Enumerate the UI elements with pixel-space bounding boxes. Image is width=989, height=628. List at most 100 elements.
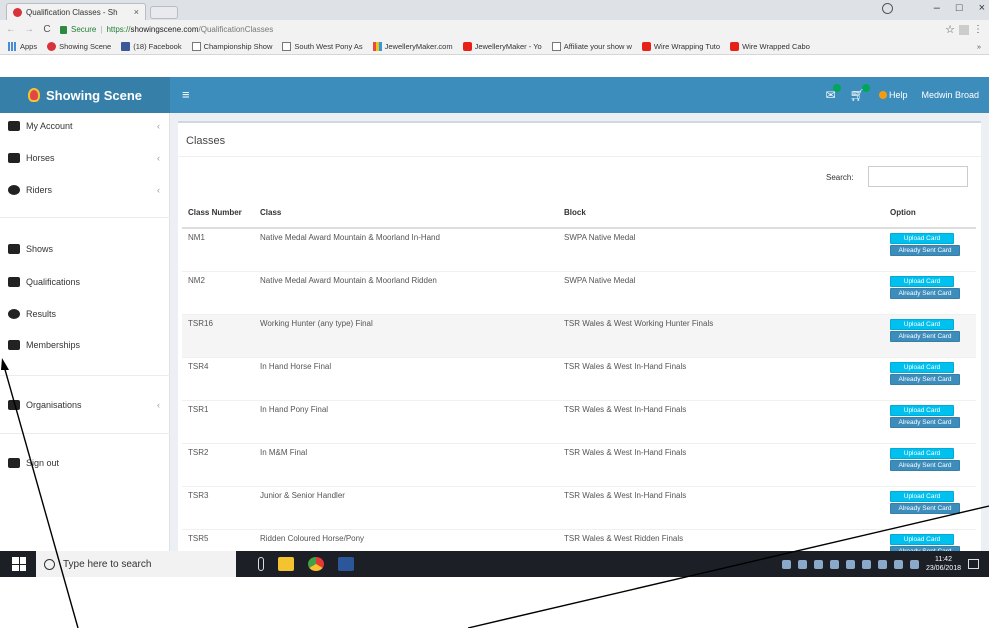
already-sent-card-button[interactable]: Already Sent Card <box>890 330 960 342</box>
upload-card-button[interactable]: Upload Card <box>890 275 954 287</box>
cell-option: Upload Card Already Sent Card <box>884 399 976 443</box>
upload-card-button[interactable]: Upload Card <box>890 318 954 330</box>
bookmark-facebook[interactable]: (18) Facebook <box>121 42 182 51</box>
bookmark-wire-wrapping[interactable]: Wire Wrapping Tuto <box>641 42 720 51</box>
tray-icon[interactable] <box>861 559 871 569</box>
column-header-option[interactable]: Option <box>884 198 976 229</box>
taskbar-clock[interactable]: 11:42 23/06/2018 <box>926 555 961 573</box>
keyboard-icon[interactable] <box>909 559 919 569</box>
already-sent-card-button[interactable]: Already Sent Card <box>890 416 960 428</box>
forward-arrow-icon[interactable]: → <box>24 24 34 35</box>
sidebar-item-shows[interactable]: Shows <box>8 244 160 254</box>
tab-close-icon[interactable]: × <box>134 7 139 17</box>
sidebar-divider <box>0 433 170 434</box>
column-header-class[interactable]: Class <box>254 198 558 229</box>
volume-icon[interactable] <box>893 559 903 569</box>
upload-card-button[interactable]: Upload Card <box>890 447 954 459</box>
tray-icon[interactable] <box>829 559 839 569</box>
bookmark-jewellerymaker[interactable]: JewelleryMaker.com <box>372 42 453 51</box>
browser-tab[interactable]: Qualification Classes - Sh × <box>6 3 146 20</box>
column-header-block[interactable]: Block <box>558 198 884 229</box>
upload-card-button[interactable]: Upload Card <box>890 361 954 373</box>
facebook-icon <box>121 42 131 51</box>
brand-logo[interactable]: Showing Scene <box>0 77 170 113</box>
already-sent-card-button[interactable]: Already Sent Card <box>890 502 960 514</box>
minimize-button[interactable]: – <box>934 2 940 14</box>
already-sent-card-button[interactable]: Already Sent Card <box>890 459 960 471</box>
cell-class: In M&M Final <box>254 442 558 486</box>
already-sent-card-button[interactable]: Already Sent Card <box>890 287 960 299</box>
page-icon <box>191 42 201 51</box>
sidebar-item-horses[interactable]: Horses ‹ <box>8 153 160 163</box>
upload-card-button[interactable]: Upload Card <box>890 404 954 416</box>
tray-icon[interactable] <box>845 559 855 569</box>
url-separator: | <box>100 25 103 34</box>
url-input[interactable]: Secure | https:// showingscene.com /Qual… <box>60 22 983 37</box>
upload-card-button[interactable]: Upload Card <box>890 490 954 502</box>
upload-card-button[interactable]: Upload Card <box>890 233 954 244</box>
user-menu[interactable]: Medwin Broad <box>921 90 979 100</box>
bookmark-championship-show[interactable]: Championship Show <box>191 42 272 51</box>
extension-icon[interactable] <box>959 24 969 35</box>
profile-icon[interactable] <box>882 3 893 14</box>
sidebar-item-qualifications[interactable]: Qualifications <box>8 277 160 287</box>
bookmark-affiliate[interactable]: Affiliate your show w <box>551 42 632 51</box>
windows-start-icon[interactable] <box>12 557 26 571</box>
showing-scene-favicon-icon <box>13 7 22 17</box>
reload-icon[interactable]: C <box>42 24 52 35</box>
chevron-left-icon: ‹ <box>157 153 160 163</box>
page-title: Classes <box>186 135 226 147</box>
cell-class-number: TSR16 <box>182 313 254 357</box>
clock-time: 11:42 <box>934 556 952 563</box>
tray-icon[interactable] <box>797 559 807 569</box>
tray-icon[interactable] <box>813 559 823 569</box>
upload-card-button[interactable]: Upload Card <box>890 533 954 545</box>
notifications-icon[interactable] <box>968 559 979 569</box>
cell-class-number: TSR5 <box>182 528 254 551</box>
card-icon <box>8 340 20 350</box>
cell-class: Native Medal Award Mountain & Moorland R… <box>254 270 558 314</box>
bookmark-south-west-pony[interactable]: South West Pony As <box>282 42 363 51</box>
chrome-icon[interactable] <box>308 557 324 571</box>
taskbar-apps <box>258 557 354 571</box>
file-explorer-icon[interactable] <box>278 557 294 571</box>
search-input[interactable] <box>868 166 968 187</box>
back-arrow-icon[interactable]: ← <box>6 24 16 35</box>
bookmark-wire-wrapped[interactable]: Wire Wrapped Cabo <box>730 42 810 51</box>
already-sent-card-button[interactable]: Already Sent Card <box>890 245 960 256</box>
sidebar-toggle-icon[interactable]: ≡ <box>182 87 190 102</box>
close-window-button[interactable]: × <box>979 2 985 14</box>
sitemap-icon <box>8 400 20 410</box>
maximize-button[interactable]: □ <box>956 2 963 14</box>
cell-block: TSR Wales & West In-Hand Finals <box>558 442 884 486</box>
taskbar-search-input[interactable]: Type here to search <box>36 551 236 577</box>
browser-menu-icon[interactable]: ⋮ <box>973 24 983 35</box>
bookmark-star-icon[interactable]: ☆ <box>945 23 955 36</box>
help-link[interactable]: Help <box>878 90 907 100</box>
youtube-icon <box>730 42 740 51</box>
sidebar-item-my-account[interactable]: My Account ‹ <box>8 121 160 131</box>
column-header-class-number[interactable]: Class Number <box>182 198 254 229</box>
new-tab-button[interactable] <box>150 6 178 19</box>
sidebar-item-riders[interactable]: Riders ‹ <box>8 185 160 195</box>
youtube-icon <box>462 42 472 51</box>
cart-icon[interactable]: 🛒︎ <box>850 84 870 102</box>
tray-icon[interactable] <box>781 559 791 569</box>
classes-box: Classes Search: Class Number Class Block… <box>178 121 981 551</box>
microphone-icon[interactable] <box>258 557 264 571</box>
sidebar-item-sign-out[interactable]: Sign out <box>8 458 160 468</box>
messages-icon[interactable]: ✉ <box>826 84 841 102</box>
cell-class-number: TSR1 <box>182 399 254 443</box>
bookmarks-more-icon[interactable]: » <box>977 42 981 51</box>
sidebar-item-organisations[interactable]: Organisations ‹ <box>8 400 160 410</box>
sidebar-item-memberships[interactable]: Memberships <box>8 340 160 350</box>
bookmark-jewellerymaker-youtube[interactable]: JewelleryMaker - Yo <box>462 42 542 51</box>
sidebar-item-results[interactable]: Results <box>8 309 160 319</box>
network-icon[interactable] <box>877 559 887 569</box>
bookmark-apps[interactable]: Apps <box>8 42 37 51</box>
messages-badge <box>832 84 841 92</box>
word-icon[interactable] <box>338 557 354 571</box>
table-row: TSR2 In M&M Final TSR Wales & West In-Hand… <box>182 442 976 486</box>
bookmark-showing-scene[interactable]: Showing Scene <box>47 42 111 51</box>
already-sent-card-button[interactable]: Already Sent Card <box>890 373 960 385</box>
